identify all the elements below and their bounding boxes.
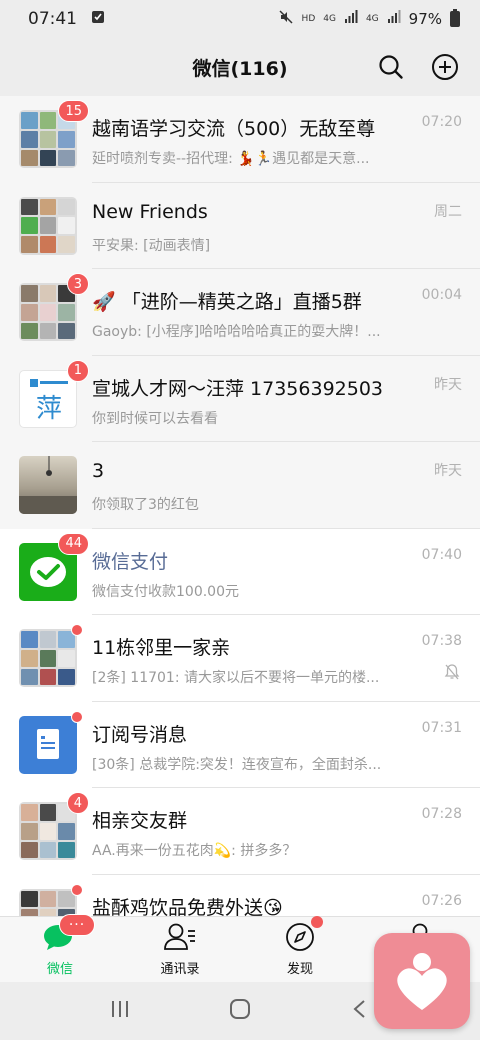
tab-label: 发现 [286,962,313,977]
chat-name: 相亲交友群 [92,810,188,833]
page-title: 微信(116) [192,57,288,80]
contact-avatar [19,456,77,515]
chat-time: 周二 [434,203,462,220]
chat-name: 11栋邻里一家亲 [92,637,231,660]
notification-icon [91,9,105,29]
chat-time: 07:31 [421,719,462,736]
chat-preview: [2条] 11701: 请大家以后不要将一单元的楼... [92,670,380,687]
unread-dot [71,624,83,637]
chat-time: 07:40 [421,546,462,563]
chat-preview: Gaoyb: [小程序]哈哈哈哈哈真正的耍大牌！... [92,324,381,341]
search-icon [379,55,403,79]
battery-icon [450,9,460,27]
tab-label: 微信 [46,962,73,977]
chat-name: New Friends [92,200,208,223]
tab-label: 通讯录 [160,962,200,977]
chat-time: 昨天 [434,463,462,480]
unread-badge: 3 [66,273,89,296]
home-button[interactable] [229,998,251,1024]
unread-badge: 1 [66,359,89,382]
signal-1-label: 4G [323,14,336,24]
chat-name: 宣城人才网～汪萍 17356392503 [92,377,384,400]
chat-time: 07:26 [421,892,462,909]
chat-preview: 微信支付收款100.00元 [92,583,239,600]
chat-row[interactable]: 萍 1 宣城人才网～汪萍 17356392503 你到时候可以去看看 昨天 [0,355,480,442]
chat-row[interactable]: 44 微信支付 微信支付收款100.00元 07:40 [0,529,480,615]
signal-2-label: 4G [365,14,379,24]
tab-contacts[interactable]: 通讯录 [120,917,240,982]
unread-badge: 44 [58,532,89,555]
signal-1-icon [344,10,358,28]
unread-dot [71,710,83,723]
search-button[interactable] [376,52,406,82]
recent-apps-icon [112,1001,128,1017]
chat-preview: 延时喷剂专卖--招代理: 💃🏃遇见都是天意... [92,151,370,168]
chat-time: 00:04 [421,287,462,304]
title-bar: 微信(116) [0,38,480,96]
chat-name: 3 [92,460,105,483]
chat-preview: 你到时候可以去看看 [92,410,218,427]
home-icon [230,999,250,1019]
group-avatar [19,629,77,688]
compass-icon [286,923,314,951]
chat-preview: [30条] 总裁学院:突发！连夜宣布，全面封杀... [92,756,382,773]
heart-person-icon [397,953,447,1010]
tab-unread-dot [311,916,323,928]
status-time: 07:41 [28,9,77,29]
chat-name: 盐酥鸡饮品免费外送😘 [92,896,283,916]
chat-row[interactable]: 4 相亲交友群 AA.再来一份五花肉💫: 拼多多？ 07:28 [0,788,480,875]
chat-name: 越南语学习交流（500）无敌至尊 [92,118,376,141]
chat-name: 🚀 「进阶—精英之路」直播5群 [92,291,362,314]
tab-chats[interactable]: ··· 微信 [0,914,120,982]
add-button[interactable] [430,52,460,82]
status-bar: 07:41 HD 4G 4G 97% [0,0,480,38]
contact-avatar: 萍 [19,369,77,428]
tab-unread-badge: ··· [59,914,95,936]
chat-time: 07:38 [421,633,462,650]
floating-app-button[interactable] [374,933,470,1029]
tab-discover[interactable]: 发现 [240,916,360,982]
group-avatar [19,196,77,255]
chat-row[interactable]: 11栋邻里一家亲 [2条] 11701: 请大家以后不要将一单元的楼... 07… [0,615,480,702]
group-avatar [19,888,77,916]
chat-list[interactable]: 15 越南语学习交流（500）无敌至尊 延时喷剂专卖--招代理: 💃🏃遇见都是天… [0,96,480,916]
chat-row[interactable]: 15 越南语学习交流（500）无敌至尊 延时喷剂专卖--招代理: 💃🏃遇见都是天… [0,96,480,183]
battery-percent: 97% [408,10,442,28]
chat-time: 07:20 [421,114,462,131]
group-avatar [19,802,77,861]
hd-indicator: HD [301,14,316,24]
chat-time: 07:28 [421,806,462,823]
chat-time: 昨天 [434,376,462,393]
back-icon [353,1000,365,1018]
chat-name: 订阅号消息 [92,723,188,746]
subscription-avatar [19,715,77,774]
recent-apps-button[interactable] [109,999,131,1023]
chat-preview: AA.再来一份五花肉💫: 拼多多？ [92,843,297,860]
unread-badge: 15 [58,100,89,123]
group-avatar [19,283,77,342]
signal-2-icon [387,10,401,28]
plus-circle-icon [432,54,458,80]
unread-dot [71,883,83,896]
mute-bell-icon [444,663,460,685]
chat-name: 微信支付 [92,550,169,573]
chat-row[interactable]: New Friends 平安果: [动画表情] 周二 [0,182,480,269]
chat-preview: 平安果: [动画表情] [92,237,211,254]
chat-preview: 你领取了3的红包 [92,497,199,514]
unread-badge: 4 [66,792,89,815]
contacts-icon [164,923,195,950]
document-icon [37,728,59,759]
svg-text:萍: 萍 [36,394,62,424]
back-button[interactable] [349,998,371,1024]
chat-row[interactable]: 3 🚀 「进阶—精英之路」直播5群 Gaoyb: [小程序]哈哈哈哈哈真正的耍大… [0,269,480,356]
chat-row[interactable]: 订阅号消息 [30条] 总裁学院:突发！连夜宣布，全面封杀... 07:31 [0,702,480,788]
mute-status-icon [278,9,294,29]
chat-row[interactable]: 3 你领取了3的红包 昨天 [0,442,480,529]
chat-row[interactable]: 盐酥鸡饮品免费外送😘 07:26 [0,875,480,916]
